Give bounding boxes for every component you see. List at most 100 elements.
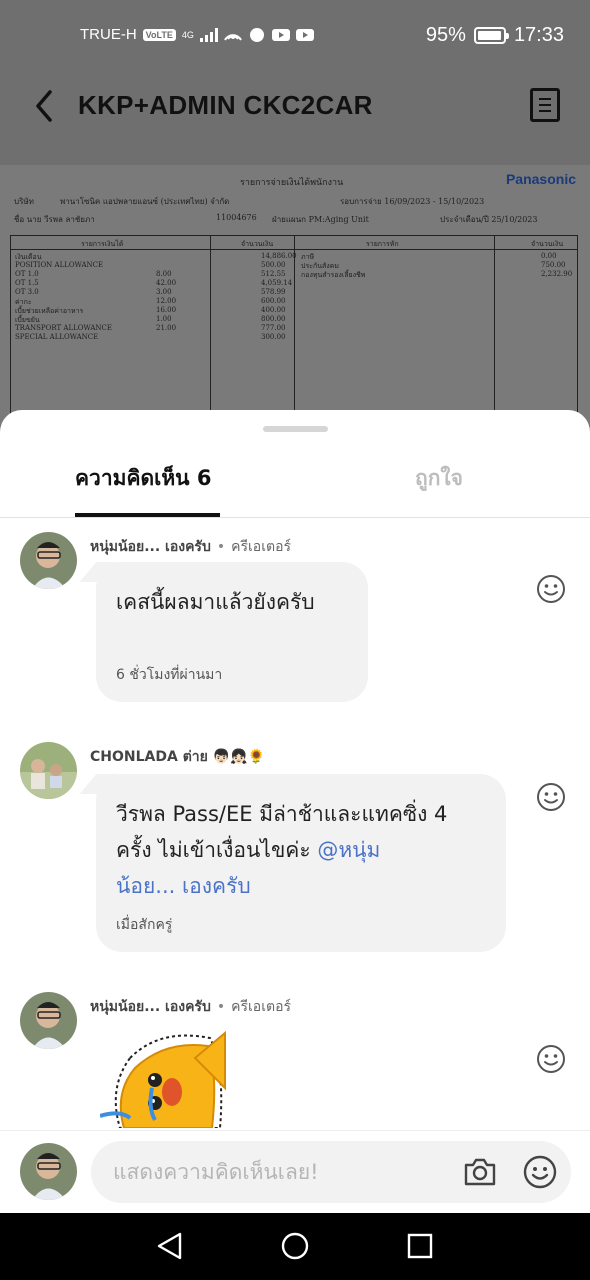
triangle-back-icon[interactable] bbox=[155, 1231, 185, 1261]
document-icon[interactable] bbox=[530, 88, 560, 122]
payslip-income-qty: 21.00 bbox=[156, 324, 177, 332]
battery-fill bbox=[477, 31, 502, 40]
camera-icon[interactable] bbox=[463, 1155, 497, 1189]
payslip-income-qty: 3.00 bbox=[156, 288, 172, 296]
emoji-react-icon[interactable] bbox=[536, 1044, 566, 1074]
deduct-amount-header: จำนวนเงิน bbox=[531, 240, 564, 248]
payslip-deduct-amount: 2,232.90 bbox=[541, 270, 573, 278]
department: ฝ่ายแผนก PM:Aging Unit bbox=[272, 215, 369, 224]
avatar[interactable] bbox=[20, 532, 77, 589]
chevron-left-icon[interactable] bbox=[30, 86, 60, 126]
author-role: ครีเอเตอร์ bbox=[231, 999, 291, 1015]
pay-date: ประจำเดือน/ปี 25/10/2023 bbox=[440, 215, 538, 224]
comment-bubble[interactable]: เคสนี้ผลมาแล้วยังครับ 6 ชั่วโมงที่ผ่านมา bbox=[96, 562, 368, 702]
youtube-icon-2 bbox=[295, 28, 314, 41]
comment-author[interactable]: CHONLADA ต่าย 👦🏻👧🏻🌻 bbox=[90, 746, 265, 768]
tab-bar: ความคิดเห็น 6 ถูกใจ bbox=[0, 448, 590, 518]
employee-name: ชื่อ นาย วีรพล ลาชัยภา bbox=[14, 215, 95, 224]
payslip-income-amount: 4,059.14 bbox=[261, 279, 293, 287]
comment-text-line1: วีรพล Pass/EE มีล่าช้าและแทคซิ่ง 4 bbox=[116, 802, 448, 826]
payslip-title: รายการจ่ายเงินได้พนักงาน bbox=[240, 178, 344, 188]
payslip-income-amount: 578.99 bbox=[261, 288, 286, 296]
author-name: หนุ่มน้อย... เองครับ bbox=[90, 539, 211, 555]
author-name: CHONLADA ต่าย 👦🏻👧🏻🌻 bbox=[90, 749, 266, 765]
payslip-income-label: OT 3.0 bbox=[15, 288, 39, 296]
square-recents-icon[interactable] bbox=[405, 1231, 435, 1261]
payslip-income-qty: 8.00 bbox=[156, 270, 172, 278]
company-label: บริษัท bbox=[14, 197, 34, 206]
payslip-income-label: OT 1.0 bbox=[15, 270, 39, 278]
payslip-deduct-label: กองทุนสำรองเลี้ยงชีพ bbox=[301, 271, 366, 279]
author-role: ครีเอเตอร์ bbox=[231, 539, 291, 555]
network-label: 4G bbox=[181, 29, 194, 40]
payslip-table: รายการเงินได้ จำนวนเงิน รายการหัก จำนวนเ… bbox=[10, 235, 578, 415]
payslip-income-amount: 800.00 bbox=[261, 315, 286, 323]
carrier-label: TRUE-H bbox=[80, 26, 137, 43]
youtube-icon bbox=[271, 28, 290, 41]
comment-input-container[interactable] bbox=[91, 1141, 571, 1203]
avatar[interactable] bbox=[20, 742, 77, 799]
tab-likes[interactable]: ถูกใจ bbox=[415, 462, 463, 495]
payslip-income-qty: 12.00 bbox=[156, 297, 177, 305]
battery-icon bbox=[473, 27, 509, 44]
payslip-income-amount: 400.00 bbox=[261, 306, 286, 314]
app-header: KKP+ADMIN CKC2CAR bbox=[0, 70, 590, 150]
brand-logo: Panasonic bbox=[505, 171, 576, 187]
payslip-deduct-amount: 0.00 bbox=[541, 252, 557, 260]
payslip-income-amount: 512.55 bbox=[261, 270, 286, 278]
active-tab-indicator bbox=[75, 513, 220, 517]
emoji-react-icon[interactable] bbox=[536, 782, 566, 812]
payslip-income-label: SPECIAL ALLOWANCE bbox=[15, 333, 99, 341]
payslip-income-qty: 16.00 bbox=[156, 306, 177, 314]
payslip-income-qty: 42.00 bbox=[156, 279, 177, 287]
mention-link-cont[interactable]: น้อย... เองครับ bbox=[116, 874, 251, 898]
hotspot-icon bbox=[223, 33, 242, 41]
payslip-income-amount: 500.00 bbox=[261, 261, 286, 269]
comment-input[interactable] bbox=[113, 1151, 453, 1193]
payslip-income-label: TRANSPORT ALLOWANCE bbox=[15, 324, 112, 332]
status-left: TRUE-H VoLTE 4G bbox=[80, 26, 314, 43]
signal-icon bbox=[199, 27, 218, 42]
comment-text: เคสนี้ผลมาแล้วยังครับ bbox=[116, 590, 315, 614]
pay-period: รอบการจ่าย 16/09/2023 - 15/10/2023 bbox=[340, 197, 485, 206]
status-bar: TRUE-H VoLTE 4G 95% 17:33 bbox=[0, 0, 590, 70]
comment-bubble[interactable]: วีรพล Pass/EE มีล่าช้าและแทคซิ่ง 4 ครั้ง… bbox=[96, 774, 506, 952]
avatar[interactable] bbox=[20, 992, 77, 1049]
payslip-income-amount: 300.00 bbox=[261, 333, 286, 341]
company-name: พานาโซนิค แอปพลายแอนซ์ (ประเทศไทย) จำกัด bbox=[60, 197, 230, 206]
payslip-income-amount: 600.00 bbox=[261, 297, 286, 305]
payslip-image[interactable]: รายการจ่ายเงินได้พนักงาน Panasonic บริษั… bbox=[0, 165, 590, 425]
employee-number: 11004676 bbox=[216, 213, 257, 222]
author-name: หนุ่มน้อย... เองครับ bbox=[90, 999, 211, 1015]
mention-link[interactable]: @หนุ่ม bbox=[317, 838, 380, 862]
payslip-income-label: OT 1.5 bbox=[15, 279, 39, 287]
emoji-react-icon[interactable] bbox=[536, 574, 566, 604]
emoji-icon[interactable] bbox=[523, 1155, 557, 1189]
payslip-income-label: POSITION ALLOWANCE bbox=[15, 261, 104, 269]
page-title: KKP+ADMIN CKC2CAR bbox=[78, 90, 373, 120]
clock: 17:33 bbox=[513, 24, 564, 46]
income-header: รายการเงินได้ bbox=[81, 240, 124, 248]
system-nav-bar bbox=[0, 1213, 590, 1280]
volte-badge: VoLTE bbox=[142, 28, 176, 41]
comment-author[interactable]: หนุ่มน้อย... เองครับ • ครีเอเตอร์ bbox=[90, 996, 291, 1018]
comment-author[interactable]: หนุ่มน้อย... เองครับ • ครีเอเตอร์ bbox=[90, 536, 291, 558]
comment-time: เมื่อสักครู่ bbox=[116, 917, 173, 933]
circle-home-icon[interactable] bbox=[280, 1231, 310, 1261]
messenger-icon bbox=[249, 27, 264, 42]
comments-sheet: ความคิดเห็น 6 ถูกใจ หนุ่มน้อย... เองครับ… bbox=[0, 410, 590, 1130]
tab-comments[interactable]: ความคิดเห็น 6 bbox=[75, 462, 211, 495]
yellow-fish-sticker[interactable] bbox=[100, 1028, 235, 1128]
comment-time: 6 ชั่วโมงที่ผ่านมา bbox=[116, 667, 223, 683]
comment-composer bbox=[0, 1130, 590, 1213]
payslip-income-qty: 1.00 bbox=[156, 315, 172, 323]
drag-handle[interactable] bbox=[263, 426, 328, 432]
battery-percent: 95% bbox=[425, 24, 466, 46]
payslip-income-amount: 14,886.00 bbox=[261, 252, 297, 260]
amount-header: จำนวนเงิน bbox=[241, 240, 274, 248]
comment-text-line2: ครั้ง ไม่เข้าเงื่อนไขค่ะ bbox=[116, 838, 318, 862]
status-right: 95% 17:33 bbox=[426, 24, 564, 47]
comment-text: วีรพล Pass/EE มีล่าช้าและแทคซิ่ง 4 ครั้ง… bbox=[116, 796, 447, 904]
my-avatar[interactable] bbox=[20, 1143, 77, 1200]
payslip-income-amount: 777.00 bbox=[261, 324, 286, 332]
